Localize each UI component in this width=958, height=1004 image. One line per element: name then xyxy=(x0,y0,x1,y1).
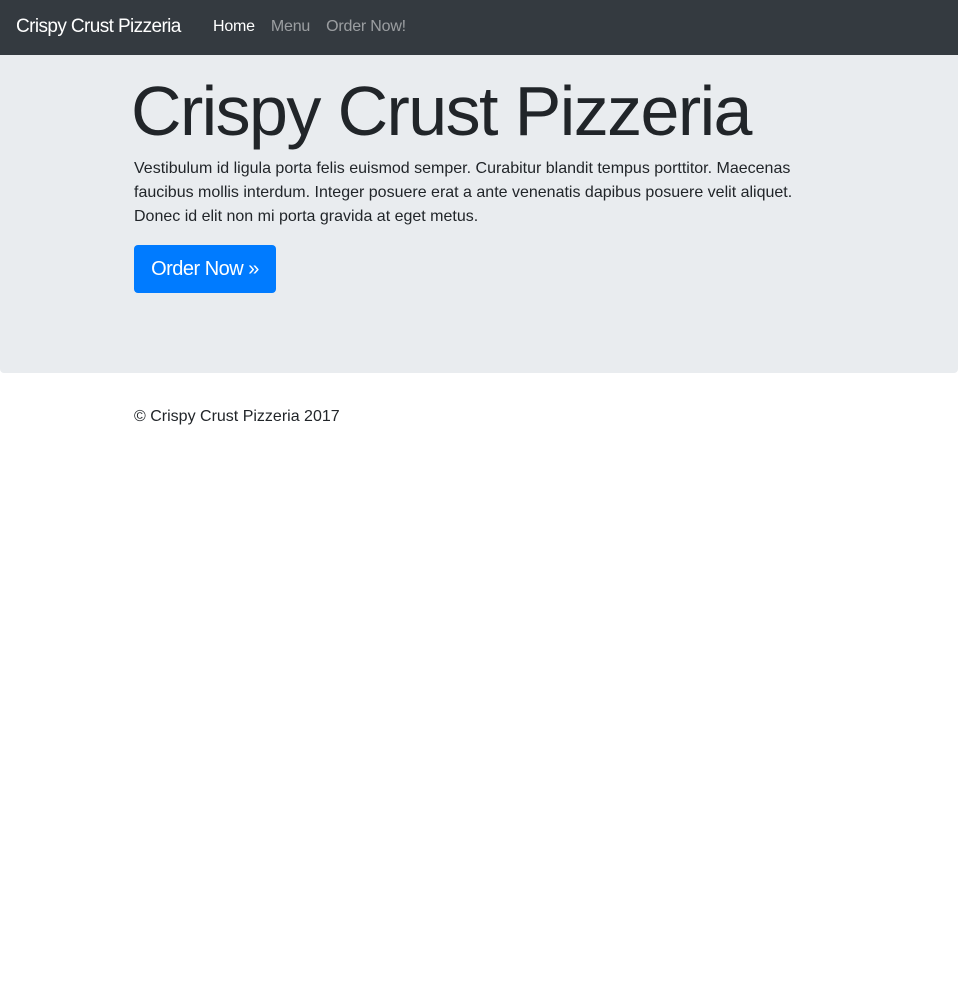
nav-link-order-now[interactable]: Order Now! xyxy=(326,16,406,38)
nav-links: Home Menu Order Now! xyxy=(213,16,422,38)
nav-item-order: Order Now! xyxy=(326,16,422,38)
footer-copyright: © Crispy Crust Pizzeria 2017 xyxy=(134,408,340,425)
hero-lead-text: Vestibulum id ligula porta felis euismod… xyxy=(134,160,793,225)
navbar-brand[interactable]: Crispy Crust Pizzeria xyxy=(16,15,181,39)
top-navbar: Crispy Crust Pizzeria Home Menu Order No… xyxy=(0,0,958,55)
nav-item-menu: Menu xyxy=(271,16,326,38)
nav-item-home: Home xyxy=(213,16,271,38)
nav-link-home[interactable]: Home xyxy=(213,16,255,38)
order-now-button[interactable]: Order Now » xyxy=(134,245,276,293)
nav-link-menu[interactable]: Menu xyxy=(271,16,310,38)
hero-title: Crispy Crust Pizzeria xyxy=(131,72,752,150)
